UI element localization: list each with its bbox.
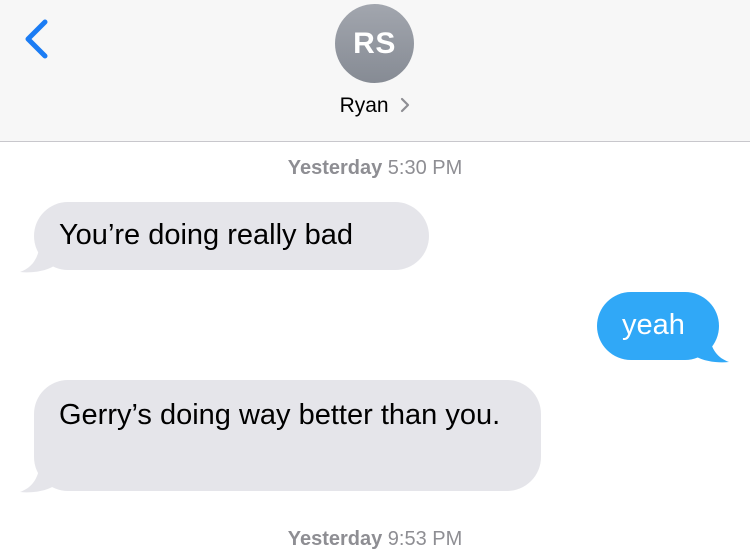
contact-name: Ryan: [339, 94, 389, 117]
timestamp-separator: Yesterday 5:30 PM: [0, 157, 750, 180]
message-text: Gerry’s doing way better than you.: [59, 399, 501, 431]
conversation-screen: RS Ryan Yesterday 5:30 PM You’re doing r…: [0, 0, 750, 560]
message-body: Gerry’s doing way better than you.: [34, 380, 541, 491]
message-bubble-received[interactable]: You’re doing really bad: [20, 202, 429, 273]
message-bubble-sent[interactable]: yeah: [597, 292, 729, 363]
message-body: You’re doing really bad: [34, 202, 429, 270]
contact-name-button[interactable]: Ryan: [0, 94, 750, 118]
chevron-left-icon: [25, 19, 48, 59]
timestamp-time: 9:53 PM: [387, 528, 463, 550]
message-bubble-received[interactable]: Gerry’s doing way better than you.: [20, 380, 541, 493]
message-text: yeah: [622, 309, 685, 341]
back-button[interactable]: [18, 14, 58, 64]
timestamp-time: 5:30 PM: [387, 157, 463, 179]
message-body: yeah: [597, 292, 719, 360]
timestamp-day: Yesterday: [287, 157, 383, 179]
conversation-header: RS Ryan: [0, 0, 750, 142]
message-text: You’re doing really bad: [59, 219, 353, 251]
contact-avatar[interactable]: RS: [335, 4, 414, 83]
timestamp-day: Yesterday: [287, 528, 383, 550]
timestamp-separator: Yesterday 9:53 PM: [0, 528, 750, 551]
chevron-right-icon: [401, 97, 410, 113]
avatar-initials: RS: [353, 26, 396, 60]
